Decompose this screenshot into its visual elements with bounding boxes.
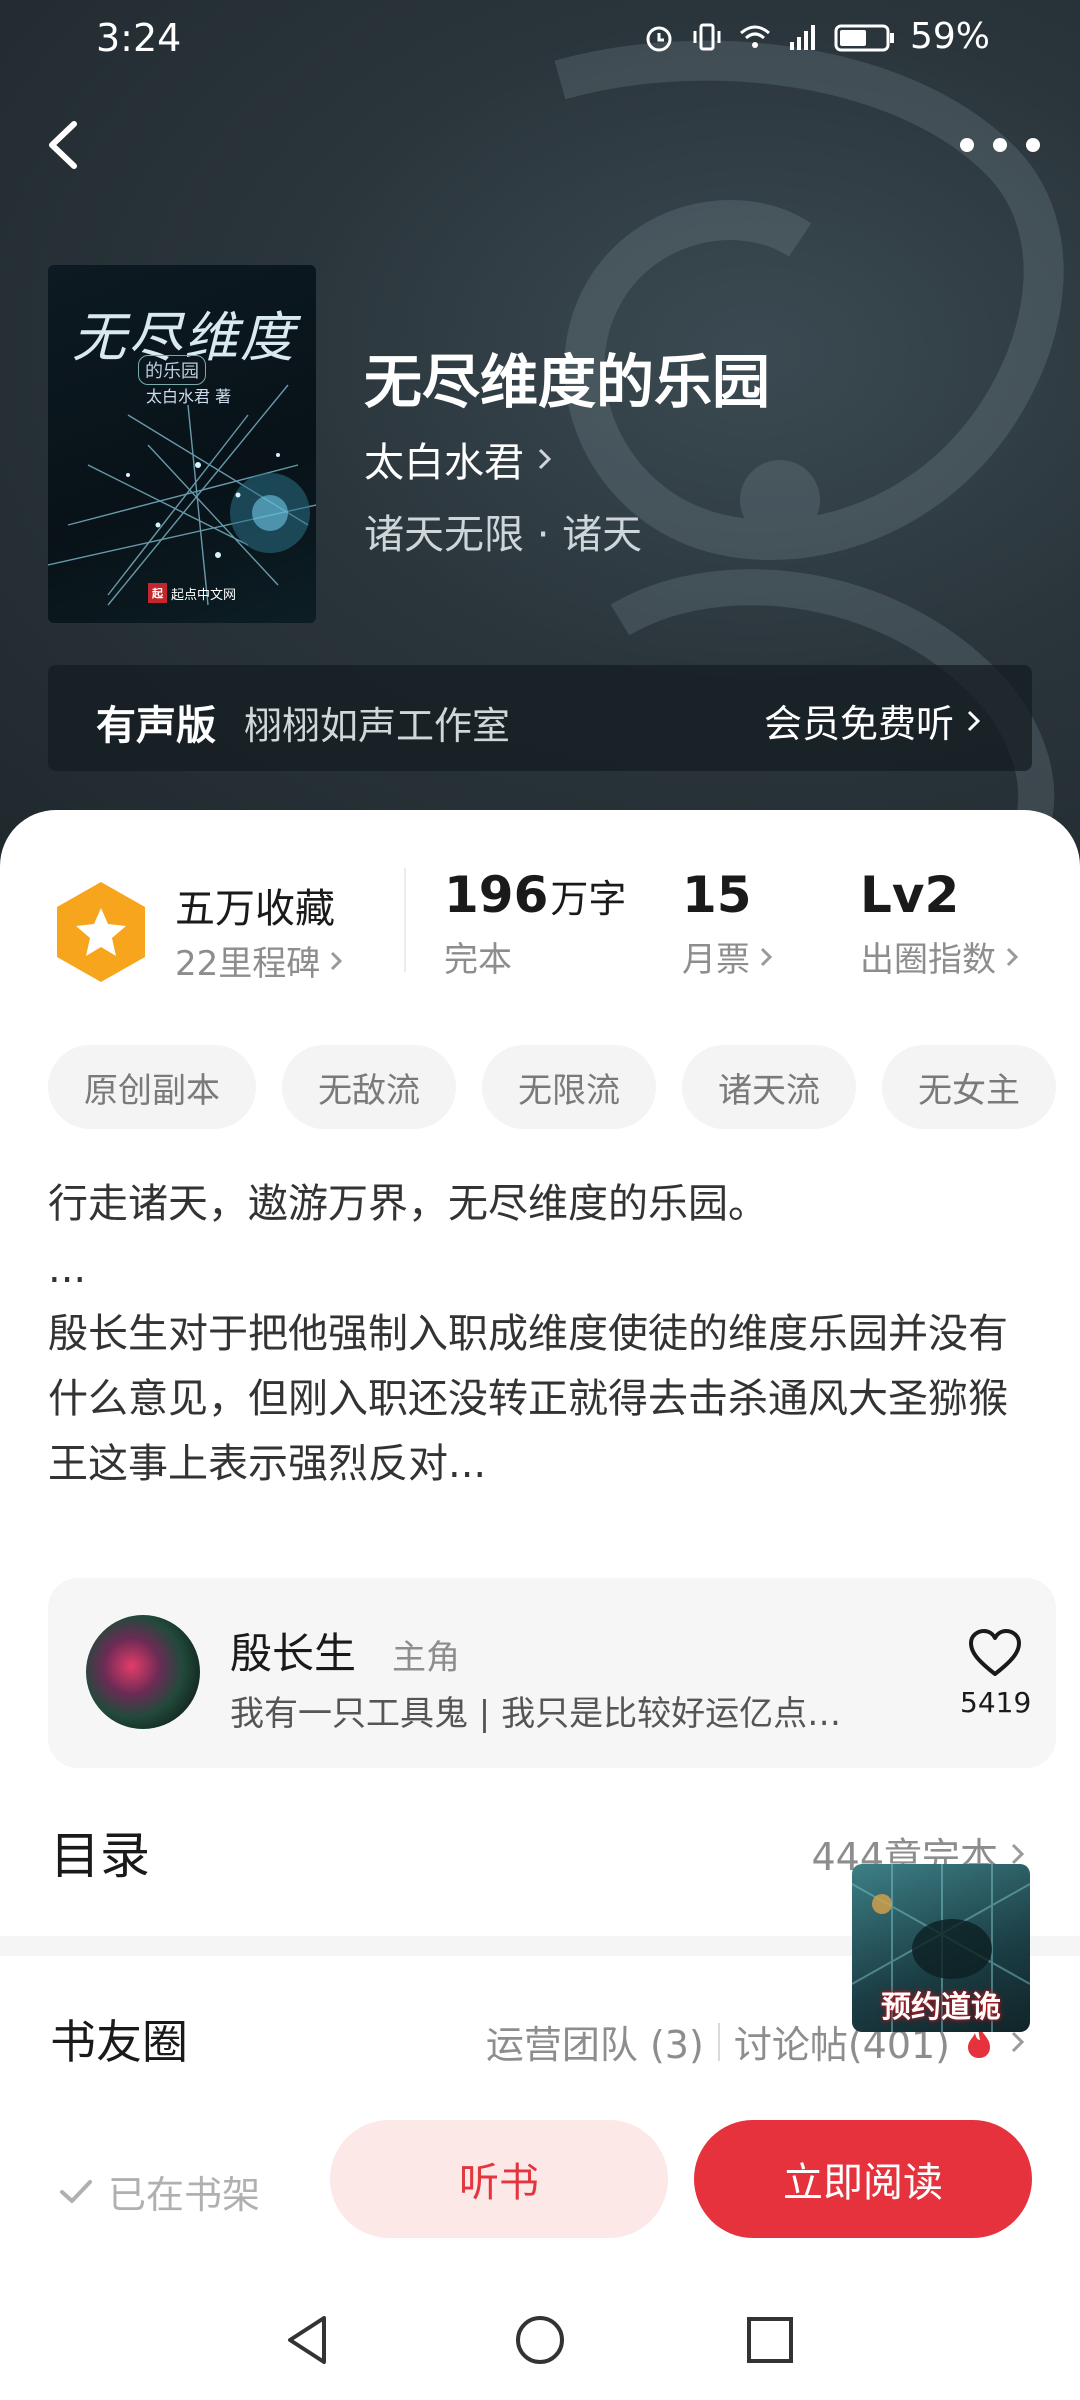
monthly-ticket-value: 15 (682, 866, 752, 924)
more-button[interactable] (960, 120, 1040, 170)
tag-chip[interactable]: 无敌流 (282, 1045, 456, 1129)
toc-title: 目录 (50, 1827, 150, 1885)
word-count-value: 196 (444, 866, 549, 924)
alarm-icon (646, 26, 672, 51)
milestone-link[interactable]: 22里程碑 (175, 936, 346, 985)
character-card[interactable]: 殷长生 主角 我有一只工具鬼 | 我只是比较好运亿点… 5419 (48, 1578, 1056, 1768)
chevron-left-icon (49, 121, 77, 169)
ops-team-count: 运营团队 (3) (485, 2023, 704, 2067)
stats-row: 五万收藏 22里程碑 196 万字 完本 15 月票 Lv2 出圈指数 (0, 860, 1080, 990)
status-time: 3:24 (96, 16, 182, 60)
more-dot (1026, 138, 1040, 152)
word-count-unit: 万字 (550, 877, 627, 921)
author-name: 太白水君 (364, 440, 524, 486)
book-cover[interactable]: 无尽维度 的乐园 太白水君 著 起起点中文网 (48, 265, 316, 623)
star-badge-icon (57, 882, 145, 982)
back-button[interactable] (30, 110, 100, 180)
chevron-right-icon (760, 947, 773, 966)
level-value: Lv2 (860, 866, 960, 924)
battery-icon (834, 24, 894, 51)
heart-icon (969, 1629, 1021, 1676)
system-navigation-bar (0, 2280, 1080, 2400)
in-shelf-label: 已在书架 (108, 2173, 261, 2217)
reader-circle-title: 书友圈 (50, 2015, 188, 2069)
more-dot (960, 138, 974, 152)
description-line: 殷长生对于把他强制入职成维度使徒的维度乐园并没有什么意见，但刚入职还没转正就得去… (48, 1311, 1008, 1487)
book-description[interactable]: 行走诸天，遨游万界，无尽维度的乐园。 ... 殷长生对于把他强制入职成维度使徒的… (48, 1172, 1038, 1497)
more-dot (993, 138, 1007, 152)
word-count-stat: 196 万字 完本 (444, 866, 626, 981)
nav-home-circle-icon[interactable] (510, 2310, 570, 2370)
tag-chip[interactable]: 无限流 (482, 1045, 656, 1129)
character-titles: 我有一只工具鬼 | 我只是比较好运亿点… (230, 1694, 842, 1734)
listen-button[interactable]: 听书 (330, 2120, 668, 2238)
free-listen-label: 会员免费听 (763, 702, 954, 746)
battery-percent: 59% (909, 16, 990, 57)
vibrate-icon (693, 23, 721, 50)
author-link[interactable]: 太白水君 (364, 430, 556, 488)
monthly-ticket-label: 月票 (682, 940, 750, 980)
character-name: 殷长生 (230, 1629, 357, 1678)
divider (404, 868, 406, 972)
promo-text: 预约道诡 (881, 1990, 1001, 2025)
chevron-right-icon (967, 710, 981, 731)
book-title: 无尽维度的乐园 (364, 348, 771, 416)
check-icon (60, 2179, 92, 2203)
status-icons: 59% (642, 16, 990, 57)
milestone-label: 22里程碑 (175, 944, 321, 984)
book-hero-header: 3:24 59% 无尽维度 的乐园 太白水君 著 起 起点中文网 无尽维度的乐园… (0, 0, 1080, 880)
nav-recents-square-icon[interactable] (740, 2310, 800, 2370)
description-line: 行走诸天，遨游万界，无尽维度的乐园。 (48, 1181, 768, 1227)
divider (717, 2022, 720, 2061)
cover-author: 太白水君 著 (146, 387, 232, 406)
status-bar: 3:24 59% (0, 0, 1080, 80)
tag-chip[interactable]: 诸天流 (682, 1045, 856, 1129)
chevron-right-icon (1006, 947, 1019, 966)
tag-chip[interactable]: 原创副本 (48, 1045, 256, 1129)
description-line: ... (48, 1246, 87, 1292)
chevron-right-icon (331, 951, 343, 970)
like-count: 5419 (960, 1686, 1032, 1719)
chevron-right-icon (538, 448, 552, 470)
favorites-count: 五万收藏 (175, 886, 335, 932)
tag-chip[interactable]: 无女主 (882, 1045, 1056, 1129)
character-avatar (86, 1615, 200, 1729)
audio-studio: 栩栩如声工作室 (244, 704, 511, 748)
publisher-logo: 起起点中文网 (148, 583, 236, 603)
bottom-action-bar: 已在书架 听书 立即阅读 (0, 2080, 1080, 2280)
read-now-button[interactable]: 立即阅读 (694, 2120, 1032, 2238)
character-role: 主角 (392, 1638, 460, 1678)
level-label: 出圈指数 (860, 940, 996, 980)
tag-list: 原创副本 无敌流 无限流 诸天流 无女主 (48, 1045, 1080, 1129)
nav-back-triangle-icon[interactable] (278, 2310, 338, 2370)
book-genre: 诸天无限 · 诸天 (364, 512, 643, 558)
audio-label: 有声版 (96, 703, 216, 749)
floating-promo-banner[interactable]: 预约道诡 (852, 1864, 1030, 2032)
like-button[interactable]: 5419 (960, 1628, 1032, 1719)
in-shelf-indicator[interactable]: 已在书架 (58, 2164, 260, 2219)
cover-subtitle: 的乐园 (138, 355, 206, 385)
free-listen-link[interactable]: 会员免费听 (764, 693, 984, 748)
audio-version-bar[interactable]: 有声版 栩栩如声工作室 会员免费听 (48, 665, 1032, 771)
monthly-ticket-stat[interactable]: 15 月票 (682, 866, 776, 981)
cellular-signal-icon (789, 24, 815, 50)
wifi-icon (740, 25, 770, 48)
completion-label: 完本 (444, 940, 512, 980)
popularity-level-stat[interactable]: Lv2 出圈指数 (860, 866, 1022, 981)
